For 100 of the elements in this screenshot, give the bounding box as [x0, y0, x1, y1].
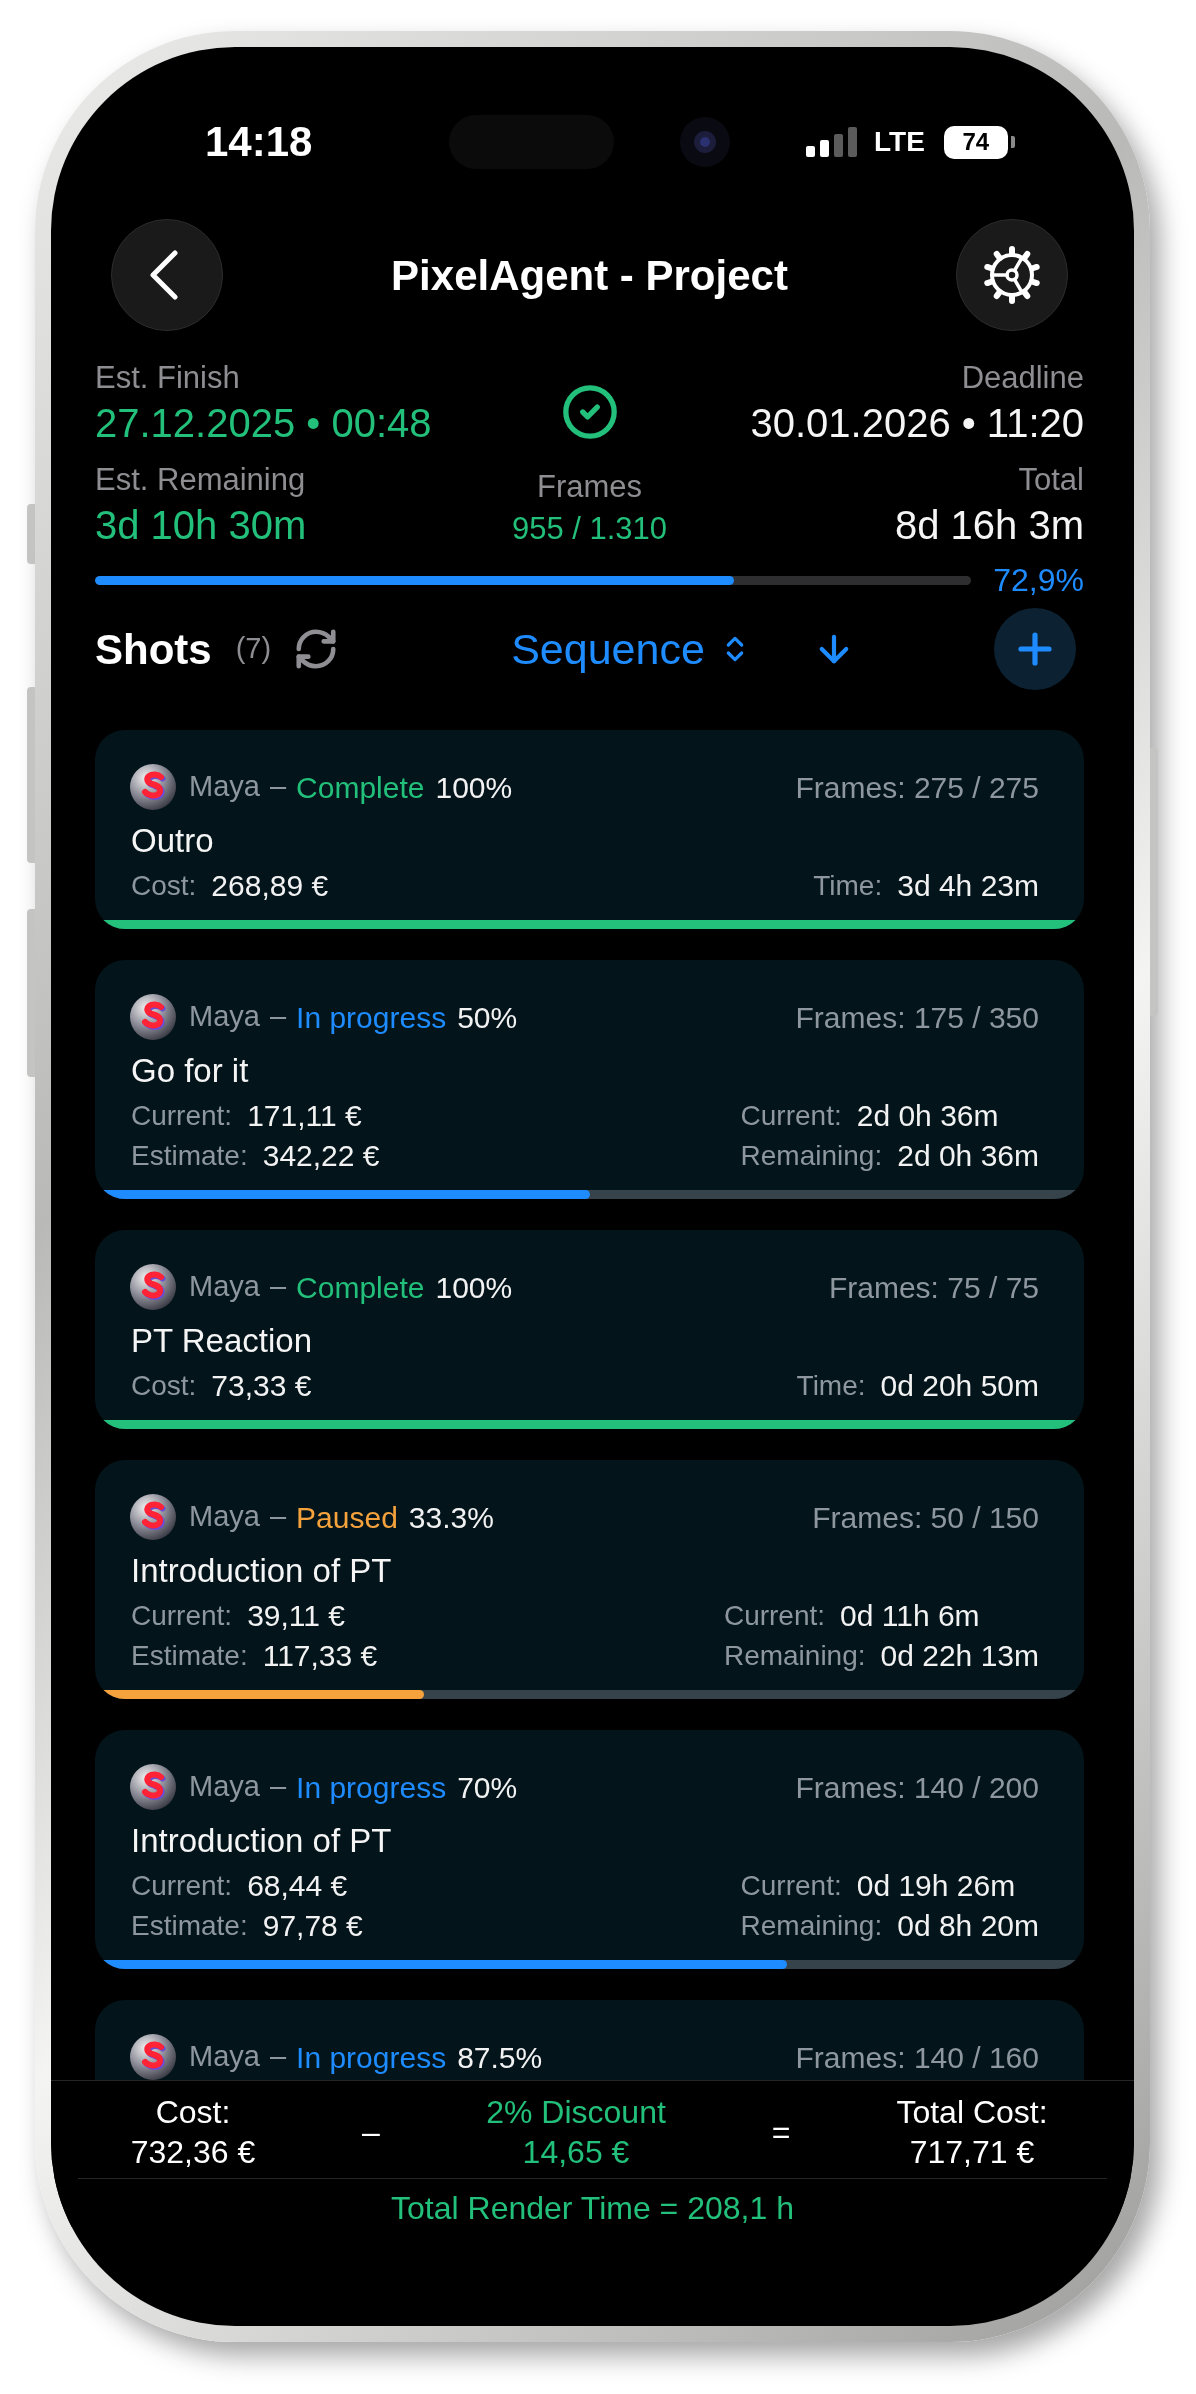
frames-count: Frames: 275 / 275 [795, 769, 1039, 806]
metric-value: 3d 4h 23m [897, 869, 1039, 903]
stat-label: Est. Finish [95, 360, 240, 396]
section-title: Shots [95, 624, 212, 675]
metric-value: 39,11 € [247, 1599, 346, 1633]
stat-value: 3d 10h 30m [95, 502, 307, 548]
metric-label: Estimate: [131, 1909, 248, 1943]
stat-value: 30.01.2026 • 11:20 [750, 400, 1084, 446]
metric-label: Time: [796, 1369, 866, 1403]
stat-label: Deadline [961, 360, 1084, 396]
check-circle-icon [560, 383, 619, 441]
progress-percent: 100% [435, 769, 513, 806]
stat-label: Total [1018, 462, 1084, 498]
metric-value: 117,33 € [262, 1639, 378, 1673]
shot-title: Outro [131, 822, 214, 859]
separator-dash: – [269, 1499, 287, 1535]
shot-card[interactable]: Maya – Paused 33.3% Frames: 50 / 150 Introduction of PT Current: 39,11 € Estimate: 117,33 € Current: 0d 11h 6m Remaining: 0d 22h 13m [95, 1460, 1084, 1699]
discount-value: 14,65 € [522, 2133, 630, 2172]
frames-count: Frames: 50 / 150 [812, 1499, 1039, 1536]
shot-card[interactable]: Maya – In progress 87.5% Frames: 140 / 160 [95, 2000, 1084, 2080]
status-time: 14:18 [205, 117, 314, 167]
status-label: In progress [296, 999, 447, 1036]
screen-title: PixelAgent - Project [391, 250, 788, 301]
metric-value: 0d 11h 6m [840, 1599, 980, 1633]
metric-label: Remaining: [723, 1639, 866, 1673]
separator-dash: – [269, 1269, 287, 1305]
metric-label: Remaining: [740, 1139, 883, 1173]
shot-card[interactable]: Maya – In progress 70% Frames: 140 / 200 Introduction of PT Current: 68,44 € Estimate: 97,78 € Current: 0d 19h 26m Remaining: 0d 8h 20m [95, 1730, 1084, 1969]
metric-label: Estimate: [131, 1139, 248, 1173]
separator-dash: – [269, 2039, 287, 2075]
cost-value: 732,36 € [130, 2133, 256, 2172]
progress-percent: 100% [435, 1269, 513, 1306]
metric-value: 68,44 € [247, 1869, 348, 1903]
battery-percentage: 74 [962, 130, 990, 154]
equals-sign: = [770, 2113, 792, 2152]
progress-percent: 33.3% [408, 1499, 494, 1536]
metric-value: 73,33 € [211, 1369, 312, 1403]
s-logo-icon [130, 2034, 176, 2080]
stat-label: Frames [536, 469, 643, 505]
metric-label: Estimate: [131, 1639, 248, 1673]
status-label: In progress [296, 2039, 447, 2076]
software-name: Maya [189, 769, 260, 805]
metric-label: Remaining: [740, 1909, 883, 1943]
software-name: Maya [189, 1499, 260, 1535]
metric-value: 97,78 € [262, 1909, 363, 1943]
shot-card[interactable]: Maya – In progress 50% Frames: 175 / 350 Go for it Current: 171,11 € Estimate: 342,22 € Current: 2d 0h 36m Remaining: 2d 0h 36m [95, 960, 1084, 1199]
metric-label: Current: [131, 1599, 233, 1633]
software-name: Maya [189, 1769, 260, 1805]
progress-percent: 50% [457, 999, 518, 1036]
metric-label: Current: [740, 1869, 842, 1903]
metric-label: Current: [740, 1099, 842, 1133]
frames-count: Frames: 140 / 200 [795, 1769, 1039, 1806]
s-logo-icon [130, 1764, 176, 1810]
shot-count: (7) [235, 631, 272, 667]
metric-label: Current: [723, 1599, 826, 1633]
stat-label: Est. Remaining [95, 462, 306, 498]
s-logo-icon [130, 994, 176, 1040]
shot-title: Go for it [131, 1052, 249, 1089]
metric-value: 0d 20h 50m [880, 1369, 1039, 1403]
total-cost-label: Total Cost: [896, 2093, 1048, 2132]
progress-percent: 72,9% [993, 561, 1084, 600]
metric-label: Cost: [131, 1369, 197, 1403]
minus-sign: – [361, 2113, 381, 2152]
stat-value: 27.12.2025 • 00:48 [95, 400, 432, 446]
metric-value: 268,89 € [211, 869, 329, 903]
back-icon [149, 250, 179, 300]
stat-value: 8d 16h 3m [894, 502, 1084, 548]
shot-title: PT Reaction [131, 1322, 312, 1359]
separator-dash: – [269, 999, 287, 1035]
frames-count: Frames: 175 / 350 [795, 999, 1039, 1036]
signal-icon [806, 127, 857, 157]
software-name: Maya [189, 2039, 260, 2075]
sort-dropdown[interactable]: Sequence [511, 616, 751, 682]
total-cost-value: 717,71 € [909, 2133, 1035, 2172]
network-type: LTE [874, 125, 925, 159]
metric-label: Current: [131, 1099, 233, 1133]
software-name: Maya [189, 1269, 260, 1305]
discount-label: 2% Discount [486, 2093, 666, 2132]
metric-value: 171,11 € [247, 1099, 362, 1133]
status-label: Complete [296, 1269, 425, 1306]
settings-icon [983, 246, 1041, 304]
status-label: Paused [296, 1499, 398, 1536]
frames-count: Frames: 140 / 160 [795, 2039, 1039, 2076]
s-logo-icon [130, 1494, 176, 1540]
metric-label: Cost: [131, 869, 197, 903]
metric-value: 2d 0h 36m [856, 1099, 999, 1133]
status-label: In progress [296, 1769, 447, 1806]
s-logo-icon [130, 1264, 176, 1310]
software-name: Maya [189, 999, 260, 1035]
shot-title: Introduction of PT [131, 1822, 392, 1859]
shot-card[interactable]: Maya – Complete 100% Frames: 75 / 75 PT Reaction Cost: 73,33 € Time: 0d 20h 50m [95, 1230, 1084, 1429]
cost-label: Cost: [155, 2093, 231, 2132]
metric-value: 0d 8h 20m [897, 1909, 1039, 1943]
metric-value: 342,22 € [262, 1139, 380, 1173]
frames-count: Frames: 75 / 75 [828, 1269, 1039, 1306]
stat-value: 955 / 1.310 [511, 511, 668, 547]
metric-value: 2d 0h 36m [897, 1139, 1039, 1173]
shot-title: Introduction of PT [131, 1552, 392, 1589]
shot-card[interactable]: Maya – Complete 100% Frames: 275 / 275 Outro Cost: 268,89 € Time: 3d 4h 23m [95, 730, 1084, 929]
metric-label: Time: [813, 869, 883, 903]
